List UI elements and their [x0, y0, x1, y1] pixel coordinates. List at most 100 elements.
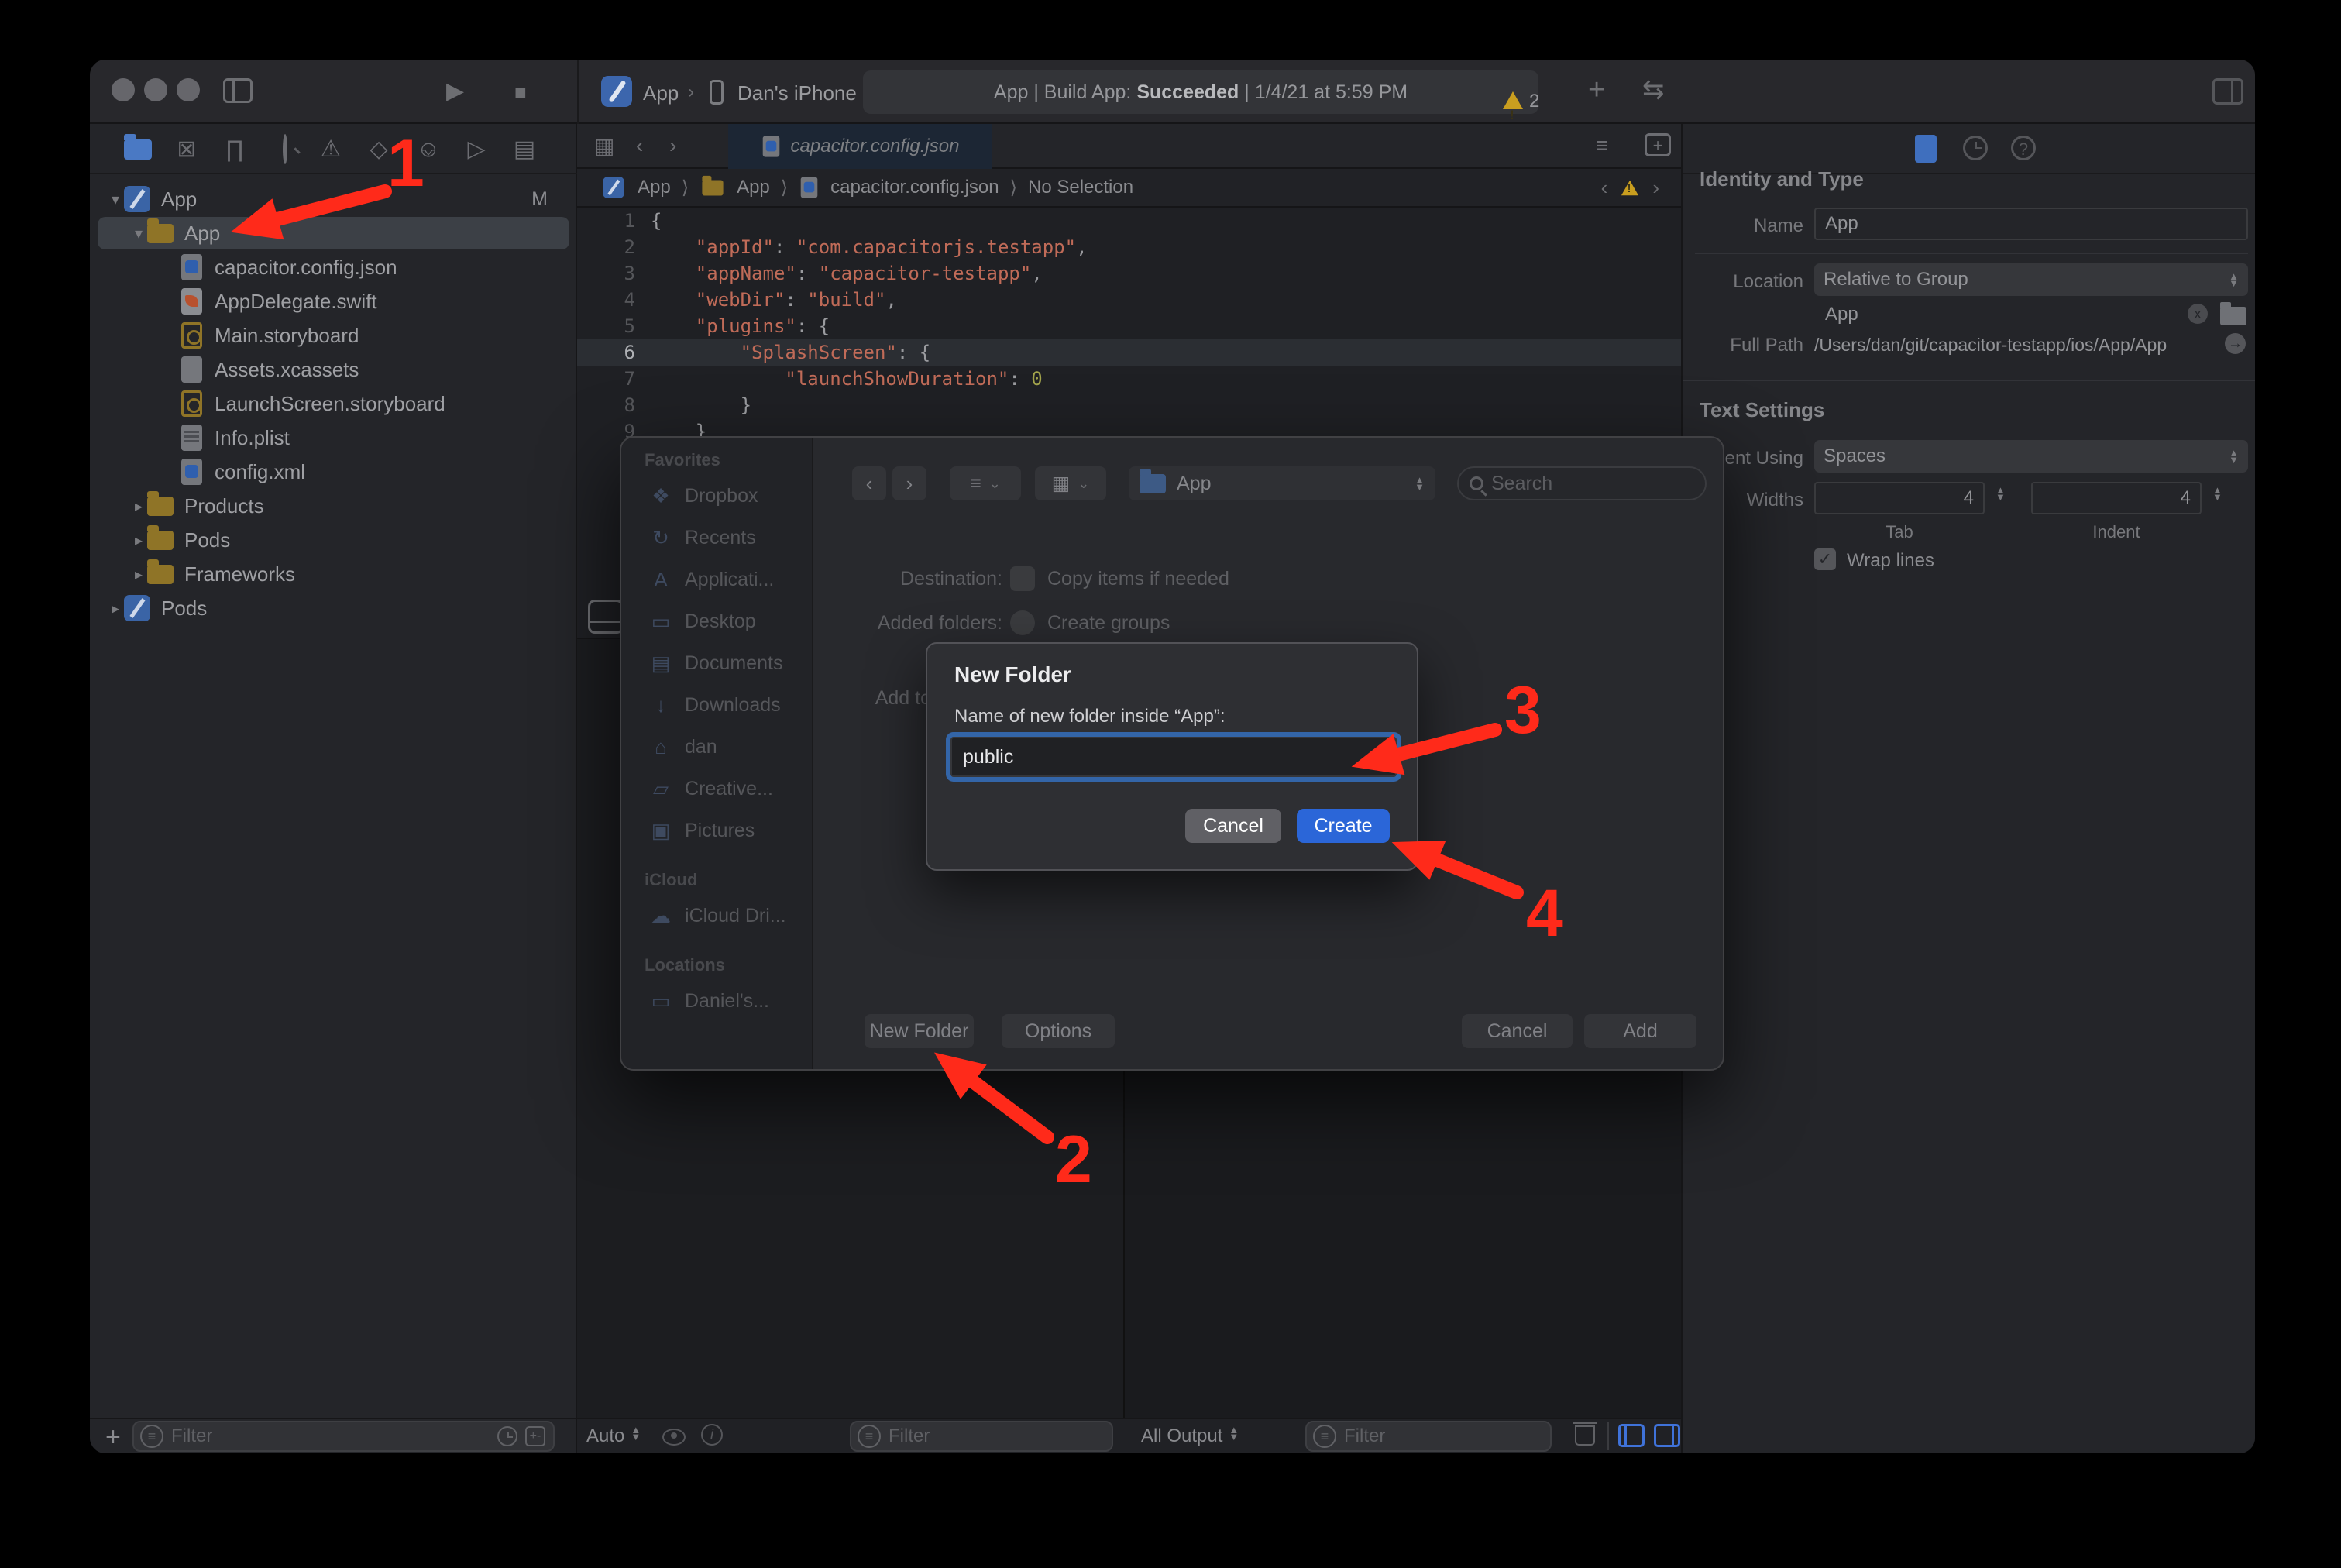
tab-width-field[interactable]: 4 — [1814, 482, 1985, 514]
forward-button[interactable]: › — [892, 466, 926, 500]
sidebar-item-recents[interactable]: ↻Recents — [621, 520, 813, 555]
options-button[interactable]: Options — [1002, 1014, 1115, 1048]
quick-help-icon[interactable]: ? — [2011, 136, 2036, 160]
hide-debug-area-icon[interactable] — [588, 600, 624, 634]
tree-item-config-xml[interactable]: config.xml — [90, 455, 577, 489]
reports-icon[interactable]: ▤ — [510, 135, 539, 164]
history-inspector-icon[interactable] — [1963, 136, 1988, 160]
disclosure-closed-icon[interactable]: ▸ — [107, 599, 124, 618]
tab-width-stepper[interactable]: ▲▼ — [1996, 487, 2006, 500]
navigator-toggle-icon[interactable] — [223, 78, 253, 103]
breadcrumb-item[interactable]: capacitor.config.json — [830, 177, 999, 198]
disclosure-closed-icon[interactable]: ▸ — [130, 565, 147, 584]
choose-folder-icon[interactable] — [2220, 307, 2246, 325]
search-input[interactable]: Search — [1457, 466, 1707, 500]
sidebar-item-dropbox[interactable]: ❖Dropbox — [621, 478, 813, 514]
sidebar-item-dan[interactable]: ⌂dan — [621, 729, 813, 765]
sheet-cancel-button[interactable]: Cancel — [1462, 1014, 1573, 1048]
show-console-icon[interactable] — [1654, 1424, 1680, 1447]
sidebar-item-desktop[interactable]: ▭Desktop — [621, 603, 813, 639]
tree-item-products[interactable]: ▸Products — [90, 489, 577, 523]
code-line-6[interactable]: 6 "SplashScreen": { — [577, 339, 1681, 366]
file-inspector-icon[interactable] — [1915, 135, 1937, 163]
code-line-3[interactable]: 3 "appName": "capacitor-testapp", — [577, 260, 1681, 287]
code-line-8[interactable]: 8 } — [577, 392, 1681, 418]
breadcrumb-item[interactable]: App — [638, 177, 671, 198]
tab-capacitor-config[interactable]: capacitor.config.json — [728, 124, 992, 169]
tree-item-app[interactable]: ▾AppM — [90, 182, 577, 216]
navigator-filter-input[interactable]: ≡ Filter +- — [132, 1421, 555, 1452]
sidebar-item-pictures[interactable]: ▣Pictures — [621, 813, 813, 848]
variables-view-scope-dropdown[interactable]: Auto▲▼ — [586, 1425, 641, 1447]
tree-item-main-storyboard[interactable]: Main.storyboard — [90, 318, 577, 352]
wrap-lines-checkbox[interactable]: ✓ — [1814, 548, 1836, 570]
issues-icon[interactable]: ⚠ — [316, 135, 345, 164]
scheme-name[interactable]: App — [643, 81, 679, 105]
back-icon[interactable]: ‹ — [636, 133, 643, 158]
close-button[interactable] — [112, 78, 135, 101]
indent-width-field[interactable]: 4 — [2031, 482, 2202, 514]
disclosure-closed-icon[interactable]: ▸ — [130, 531, 147, 550]
source-control-icon[interactable]: ⊠ — [172, 135, 201, 164]
run-button[interactable]: ▶ — [446, 80, 464, 103]
minimize-button[interactable] — [144, 78, 167, 101]
zoom-button[interactable] — [177, 78, 200, 101]
dialog-cancel-button[interactable]: Cancel — [1185, 809, 1281, 843]
breadcrumb-item[interactable]: No Selection — [1028, 177, 1133, 198]
current-folder-dropdown[interactable]: App ▲▼ — [1129, 466, 1435, 500]
sidebar-item-applicati-[interactable]: AApplicati... — [621, 562, 813, 597]
sidebar-item-icloud-dri-[interactable]: ☁iCloud Dri... — [621, 898, 813, 934]
forward-icon[interactable]: › — [669, 133, 676, 158]
sidebar-item-documents[interactable]: ▤Documents — [621, 645, 813, 681]
sidebar-item-daniel-s-[interactable]: ▭Daniel's... — [621, 983, 813, 1019]
folder-name-input[interactable]: public — [950, 737, 1397, 777]
clear-group-icon[interactable]: x — [2188, 304, 2208, 324]
source-control-status-icon[interactable]: +- — [525, 1426, 545, 1446]
stop-button[interactable]: ■ — [514, 81, 527, 104]
tree-item-launchscreen-storyboard[interactable]: LaunchScreen.storyboard — [90, 387, 577, 421]
dialog-create-button[interactable]: Create — [1297, 809, 1390, 843]
sidebar-item-creative-[interactable]: ▱Creative... — [621, 771, 813, 806]
project-navigator-icon[interactable] — [124, 139, 152, 160]
disclosure-open-icon[interactable]: ▾ — [107, 190, 124, 209]
warning-badge[interactable]: 2 — [1503, 81, 1523, 125]
editor-grid-icon[interactable]: ▦ — [594, 133, 614, 159]
print-description-icon[interactable]: i — [701, 1424, 723, 1446]
tree-item-appdelegate-swift[interactable]: AppDelegate.swift — [90, 284, 577, 318]
variables-filter-input[interactable]: ≡ Filter — [850, 1421, 1113, 1452]
back-button[interactable]: ‹ — [852, 466, 886, 500]
disclosure-open-icon[interactable]: ▾ — [130, 224, 147, 243]
list-view-button[interactable]: ≡⌄ — [950, 466, 1021, 500]
add-editor-icon[interactable]: + — [1645, 133, 1671, 156]
tree-item-pods[interactable]: ▸Pods — [90, 591, 577, 625]
find-icon[interactable] — [268, 135, 297, 164]
tree-item-app[interactable]: ▾App — [90, 216, 577, 250]
breadcrumb-item[interactable]: App — [737, 177, 770, 198]
tree-item-capacitor-config-json[interactable]: capacitor.config.json — [90, 250, 577, 284]
next-issue-icon[interactable]: › — [1652, 176, 1659, 200]
indent-using-dropdown[interactable]: Spaces▲▼ — [1814, 440, 2248, 473]
tree-item-frameworks[interactable]: ▸Frameworks — [90, 557, 577, 591]
copy-items-checkbox[interactable] — [1010, 566, 1035, 591]
name-field[interactable]: App — [1814, 208, 2248, 240]
sheet-add-button[interactable]: Add — [1584, 1014, 1696, 1048]
console-filter-input[interactable]: ≡ Filter — [1305, 1421, 1552, 1452]
code-line-2[interactable]: 2 "appId": "com.capacitorjs.testapp", — [577, 234, 1681, 260]
disclosure-closed-icon[interactable]: ▸ — [130, 497, 147, 516]
quick-look-icon[interactable] — [662, 1429, 686, 1446]
create-groups-radio[interactable] — [1010, 610, 1035, 635]
icon-view-button[interactable]: ▦⌄ — [1035, 466, 1106, 500]
prev-issue-icon[interactable]: ‹ — [1601, 176, 1608, 200]
tree-item-info-plist[interactable]: Info.plist — [90, 421, 577, 455]
clear-console-icon[interactable] — [1575, 1425, 1595, 1446]
console-output-dropdown[interactable]: All Output▲▼ — [1141, 1425, 1239, 1447]
code-line-7[interactable]: 7 "launchShowDuration": 0 — [577, 366, 1681, 392]
code-line-5[interactable]: 5 "plugins": { — [577, 313, 1681, 339]
add-file-button[interactable]: + — [105, 1422, 121, 1453]
warning-icon[interactable] — [1621, 180, 1638, 195]
editor-arrows-icon[interactable]: ⇆ — [1642, 78, 1665, 101]
symbols-icon[interactable]: ∏ — [220, 135, 249, 164]
add-editor-tab-button[interactable]: + — [1588, 78, 1605, 101]
show-variables-view-icon[interactable] — [1618, 1424, 1645, 1447]
breakpoints-icon[interactable]: ▷ — [462, 135, 491, 164]
